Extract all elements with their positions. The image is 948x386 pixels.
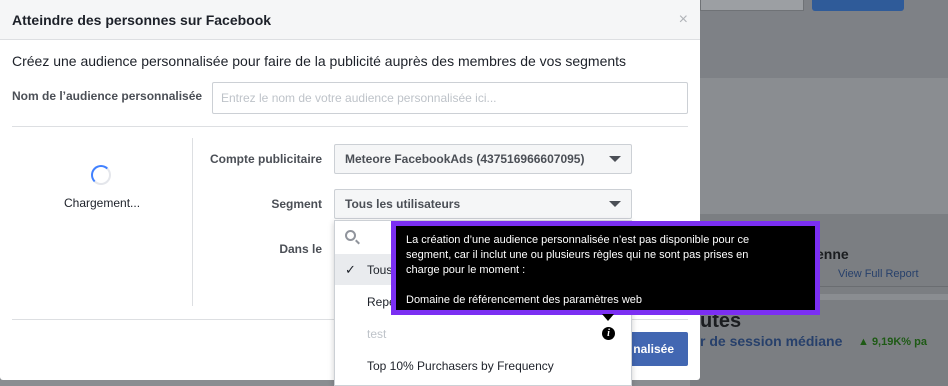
background-metric-label: r de session médiane xyxy=(700,333,843,349)
ad-account-select[interactable]: Meteore FacebookAds (437516966607095) xyxy=(334,144,632,174)
tooltip-line: La création d’une audience personnalisée… xyxy=(406,234,750,246)
loading-text: Chargement... xyxy=(64,196,141,210)
segment-select[interactable]: Tous les utilisateurs xyxy=(334,189,632,219)
chevron-down-icon xyxy=(609,201,621,207)
loading-spinner-icon xyxy=(91,165,111,185)
view-full-report-link[interactable]: View Full Report xyxy=(838,268,919,280)
tooltip-spacer xyxy=(406,278,805,293)
tooltip-line: Domaine de référencement des paramètres … xyxy=(406,294,643,306)
unsupported-segment-tooltip: La création d’une audience personnalisée… xyxy=(391,221,820,315)
background-metric-delta: ▲ 9,19K% pa xyxy=(858,336,927,348)
ad-account-value: Meteore FacebookAds (437516966607095) xyxy=(345,152,585,166)
close-icon[interactable]: × xyxy=(679,11,688,29)
check-icon: ✓ xyxy=(345,262,356,277)
audience-name-input[interactable] xyxy=(212,82,688,114)
segment-label: Segment xyxy=(271,197,322,211)
tooltip-line: segment, car il inclut une ou plusieurs … xyxy=(406,249,749,261)
tooltip-line: charge pour le moment : xyxy=(406,264,526,276)
tooltip-arrow xyxy=(602,314,614,321)
ad-account-label: Compte publicitaire xyxy=(209,152,322,166)
modal-header: Atteindre des personnes sur Facebook × xyxy=(0,0,700,40)
dropdown-item-label: Top 10% Purchasers by Frequency xyxy=(367,359,554,373)
dropdown-item[interactable]: Top 10% Purchasers by Frequency xyxy=(335,351,631,381)
background-primary-button xyxy=(812,0,904,11)
dropdown-item-label: test xyxy=(367,327,387,341)
modal-title: Atteindre des personnes sur Facebook xyxy=(12,12,272,28)
background-report-title: enne xyxy=(816,246,849,262)
info-icon[interactable]: i xyxy=(602,327,615,340)
background-button xyxy=(700,0,804,11)
audience-name-label: Nom de l’audience personnalisée xyxy=(12,89,203,103)
chevron-down-icon xyxy=(609,156,621,162)
within-label: Dans le xyxy=(279,242,322,256)
divider xyxy=(12,126,688,127)
dropdown-item-disabled: test i xyxy=(335,319,631,349)
segment-value: Tous les utilisateurs xyxy=(345,197,461,211)
search-icon xyxy=(345,230,356,241)
modal-description: Créez une audience personnalisée pour fa… xyxy=(12,53,627,69)
